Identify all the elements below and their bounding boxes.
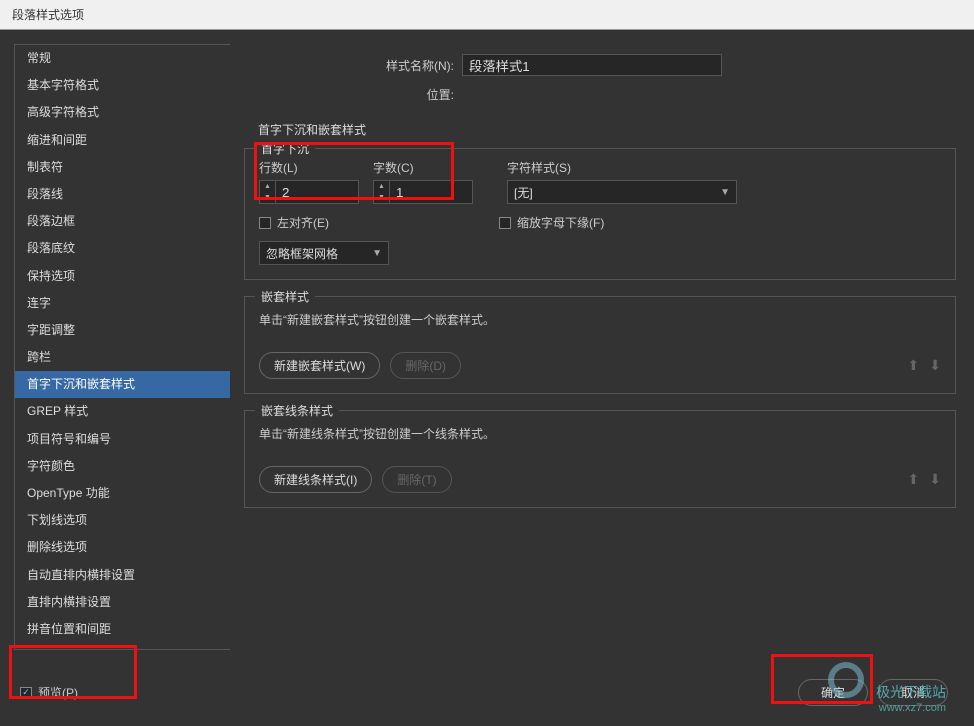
style-name-label: 样式名称(N): [244,57,462,74]
nested-line-description: 单击“新建线条样式”按钮创建一个线条样式。 [259,421,941,466]
nested-legend: 嵌套样式 [255,288,315,305]
preview-checkbox[interactable] [20,687,32,699]
sidebar-item[interactable]: 拼音位置和间距 [15,616,230,643]
delete-nested-style-button: 删除(D) [390,352,461,379]
lines-down-icon[interactable]: ▼ [260,192,275,203]
new-nested-style-button[interactable]: 新建嵌套样式(W) [259,352,380,379]
sidebar-item[interactable]: OpenType 功能 [15,480,230,507]
sidebar-item[interactable]: 高级字符格式 [15,99,230,126]
scale-descender-label: 缩放字母下缘(F) [517,214,604,231]
nested-fieldset: 嵌套样式 单击“新建嵌套样式”按钮创建一个嵌套样式。 新建嵌套样式(W) 删除(… [244,296,956,394]
sidebar-item[interactable]: 段落线 [15,181,230,208]
chars-stepper[interactable]: ▲▼ [373,180,473,204]
dialog-title: 段落样式选项 [12,8,84,22]
nested-line-legend: 嵌套线条样式 [255,402,339,419]
dropcap-legend: 首字下沉 [255,140,315,157]
charstyle-value: [无] [514,184,533,201]
chevron-down-icon: ▼ [720,187,730,198]
move-up-icon: ⬆ [908,357,920,374]
watermark-icon [828,662,864,698]
sidebar-item[interactable]: 连字 [15,290,230,317]
new-line-style-button[interactable]: 新建线条样式(I) [259,466,372,493]
preview-label: 预览(P) [38,684,78,701]
move-up-icon: ⬆ [908,471,920,488]
cancel-button[interactable]: 取消 [878,679,948,706]
dropcap-fieldset: 首字下沉 行数(L) ▲▼ 字数(C) ▲▼ 字 [244,148,956,280]
nested-description: 单击“新建嵌套样式”按钮创建一个嵌套样式。 [259,307,941,352]
sidebar-item[interactable]: 删除线选项 [15,534,230,561]
style-name-input[interactable] [462,54,722,76]
sidebar-item[interactable]: 自动直排内横排设置 [15,562,230,589]
sidebar-item[interactable]: 跨栏 [15,344,230,371]
move-down-icon: ⬇ [929,471,941,488]
lines-input[interactable] [276,181,348,203]
move-down-icon: ⬇ [929,357,941,374]
align-left-checkbox[interactable] [259,217,271,229]
chevron-down-icon: ▼ [372,248,382,259]
sidebar-item[interactable]: 字符颜色 [15,453,230,480]
main-panel: 样式名称(N): 位置: 首字下沉和嵌套样式 首字下沉 行数(L) ▲▼ 字数(… [230,44,964,650]
sidebar-item[interactable]: 保持选项 [15,263,230,290]
chars-up-icon[interactable]: ▲ [374,181,389,192]
sidebar-item[interactable]: 基本字符格式 [15,72,230,99]
sidebar-item[interactable]: 字距调整 [15,317,230,344]
align-left-label: 左对齐(E) [277,214,329,231]
scale-descender-checkbox[interactable] [499,217,511,229]
position-label: 位置: [244,86,462,103]
lines-stepper[interactable]: ▲▼ [259,180,359,204]
nested-line-fieldset: 嵌套线条样式 单击“新建线条样式”按钮创建一个线条样式。 新建线条样式(I) 删… [244,410,956,508]
chars-input[interactable] [390,181,462,203]
sidebar-item[interactable]: 直排内横排设置 [15,589,230,616]
lines-label: 行数(L) [259,159,359,176]
dialog-titlebar: 段落样式选项 [0,0,974,30]
sidebar-item[interactable]: GREP 样式 [15,398,230,425]
charstyle-select[interactable]: [无] ▼ [507,180,737,204]
lines-up-icon[interactable]: ▲ [260,181,275,192]
charstyle-label: 字符样式(S) [507,159,941,176]
ignore-grid-select[interactable]: 忽略框架网格 ▼ [259,241,389,265]
category-sidebar: 常规基本字符格式高级字符格式缩进和间距制表符段落线段落边框段落底纹保持选项连字字… [14,44,230,650]
delete-line-style-button: 删除(T) [382,466,451,493]
chars-label: 字数(C) [373,159,473,176]
section-title: 首字下沉和嵌套样式 [258,121,958,138]
sidebar-item[interactable]: 段落底纹 [15,235,230,262]
sidebar-item[interactable]: 首字下沉和嵌套样式 [15,371,230,398]
ignore-grid-value: 忽略框架网格 [266,245,338,262]
sidebar-item[interactable]: 项目符号和编号 [15,426,230,453]
sidebar-item[interactable]: 制表符 [15,154,230,181]
sidebar-item[interactable]: 下划线选项 [15,507,230,534]
sidebar-item[interactable]: 常规 [15,45,230,72]
chars-down-icon[interactable]: ▼ [374,192,389,203]
sidebar-item[interactable]: 缩进和间距 [15,127,230,154]
sidebar-item[interactable]: 段落边框 [15,208,230,235]
